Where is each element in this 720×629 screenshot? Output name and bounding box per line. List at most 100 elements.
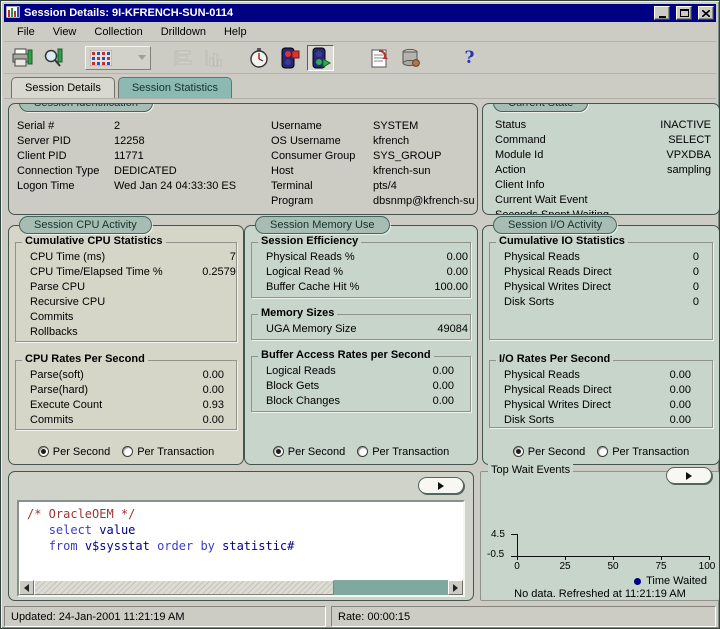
y-tick-label: -0.5: [487, 549, 504, 560]
stat-label: Recursive CPU: [20, 296, 236, 311]
stat-value: 72: [230, 251, 236, 266]
sql-comment: /* OracleOEM */: [27, 507, 135, 521]
memory-rate-mode: Per Second Per Transaction: [245, 444, 477, 459]
triangle-left-icon: [24, 584, 29, 592]
field-value: pts/4: [373, 180, 475, 195]
chart-type-dropdown[interactable]: [85, 46, 151, 70]
y-tick-label: 4.5: [491, 529, 505, 540]
x-tick: [709, 556, 710, 560]
sql-text-box[interactable]: /* OracleOEM */ select value from v$syss…: [17, 500, 465, 597]
menu-drilldown[interactable]: Drilldown: [152, 23, 215, 41]
per-second-radio[interactable]: Per Second: [273, 446, 345, 458]
group-title: Memory Sizes: [258, 307, 337, 319]
stat-label: Physical Reads: [494, 251, 693, 266]
top-wait-events-panel: Top Wait Events 4.5 -0.5 0 25 50 75 100 …: [480, 471, 720, 601]
bar-chart-button-disabled: [169, 45, 196, 71]
help-button[interactable]: ?: [456, 45, 483, 71]
report-button[interactable]: [366, 45, 393, 71]
sql-expand-button[interactable]: [418, 477, 464, 494]
stat-value: 0.00: [670, 399, 691, 414]
x-tick: [613, 556, 614, 560]
stat-label: Physical Reads Direct: [494, 384, 670, 399]
sql-text: /* OracleOEM */ select value from v$syss…: [19, 502, 463, 580]
scroll-left-button[interactable]: [19, 580, 34, 595]
cpu-rates-per-second-group: CPU Rates Per Second Parse(soft)0.00 Par…: [15, 360, 237, 430]
y-axis: [517, 534, 518, 557]
stopwatch-button[interactable]: [245, 45, 272, 71]
expand-arrow-icon: [438, 482, 444, 490]
field-value: 2: [114, 120, 269, 135]
field-value: dbsnmp@kfrench-sun (: [373, 195, 475, 210]
menu-bar: File View Collection Drilldown Help: [4, 22, 716, 42]
chevron-down-icon: [138, 55, 146, 60]
bar-chart-icon: [173, 49, 193, 67]
stat-label: CPU Time/Elapsed Time %: [20, 266, 202, 281]
session-io-activity-title: Session I/O Activity: [493, 216, 617, 234]
menu-help[interactable]: Help: [215, 23, 256, 41]
session-details-window: Session Details: 9I-KFRENCH-SUN-0114 Fil…: [0, 0, 720, 629]
radio-label: Per Second: [53, 446, 110, 458]
tab-session-statistics[interactable]: Session Statistics: [118, 77, 232, 98]
sql-horizontal-scrollbar[interactable]: [19, 580, 463, 595]
stat-value: 0.00: [203, 384, 224, 399]
stat-label: Rollbacks: [20, 326, 236, 341]
status-bar: Updated: 24-Jan-2001 11:21:19 AM Rate: 0…: [4, 604, 716, 627]
stat-label: Physical Reads Direct: [494, 266, 693, 281]
maximize-button[interactable]: [676, 6, 692, 20]
stop-collection-button[interactable]: [276, 45, 303, 71]
session-identification-title: Session Identification: [19, 103, 153, 112]
stat-label: Parse CPU: [20, 281, 236, 296]
radio-icon: [122, 446, 133, 457]
stat-value: 0.93: [203, 399, 224, 414]
wait-events-expand-button[interactable]: [666, 467, 712, 484]
current-state-title: Current State: [493, 103, 588, 112]
content-area: Session Identification Serial #2 Server …: [4, 98, 716, 604]
scrollbar-track[interactable]: [334, 580, 448, 595]
field-value: SYSTEM: [373, 120, 475, 135]
per-second-radio[interactable]: Per Second: [513, 446, 585, 458]
legend-marker-icon: [634, 578, 641, 585]
close-button[interactable]: [698, 6, 714, 20]
field-label: Program: [271, 195, 373, 210]
io-rate-mode: Per Second Per Transaction: [483, 444, 719, 459]
x-tick-label: 75: [655, 561, 666, 572]
stat-label: Logical Read %: [256, 266, 447, 281]
find-button[interactable]: [40, 45, 67, 71]
radio-label: Per Transaction: [372, 446, 449, 458]
database-button[interactable]: [397, 45, 424, 71]
stat-value: 0.00: [447, 266, 468, 281]
sql-identifier: v$sysstat: [78, 539, 157, 553]
tab-session-details[interactable]: Session Details: [11, 77, 115, 98]
sql-keyword: by: [200, 539, 214, 553]
print-button[interactable]: [9, 45, 36, 71]
stat-value: 0.00: [433, 410, 454, 411]
stat-value: 0.00: [203, 414, 224, 429]
x-tick-label: 25: [559, 561, 570, 572]
menu-view[interactable]: View: [44, 23, 86, 41]
per-transaction-radio[interactable]: Per Transaction: [357, 446, 449, 458]
scrollbar-thumb[interactable]: [34, 580, 334, 595]
menu-file[interactable]: File: [8, 23, 44, 41]
radio-icon: [513, 446, 524, 457]
magnifier-icon: [43, 48, 65, 68]
chart-grid-icon: [90, 50, 112, 66]
sql-keyword: order: [157, 539, 193, 553]
stat-label: Command: [495, 134, 546, 149]
cumulative-io-statistics-group: Cumulative IO Statistics Physical Reads0…: [489, 242, 713, 340]
updated-status: Updated: 24-Jan-2001 11:21:19 AM: [4, 606, 326, 627]
per-transaction-radio[interactable]: Per Transaction: [597, 446, 689, 458]
per-second-radio[interactable]: Per Second: [38, 446, 110, 458]
stop-traffic-light-icon: [280, 47, 300, 69]
minimize-button[interactable]: [654, 6, 670, 20]
session-efficiency-group: Session Efficiency Physical Reads %0.00 …: [251, 242, 471, 298]
stat-label: Action: [495, 164, 526, 179]
menu-collection[interactable]: Collection: [85, 23, 151, 41]
rate-status: Rate: 00:00:15: [331, 606, 716, 627]
stat-value: sampling: [667, 164, 711, 179]
scroll-right-button[interactable]: [448, 580, 463, 595]
stat-label: PGA Memory Size: [256, 338, 431, 339]
per-transaction-radio[interactable]: Per Transaction: [122, 446, 214, 458]
stat-value: SELECT: [668, 134, 711, 149]
stat-value: 0.00: [203, 369, 224, 384]
start-collection-button[interactable]: [307, 45, 334, 71]
